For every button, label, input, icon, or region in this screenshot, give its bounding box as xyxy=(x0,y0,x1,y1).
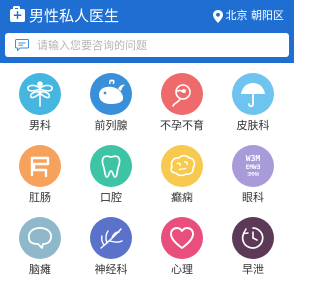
category-circle xyxy=(232,217,274,259)
category-infertility[interactable]: 不孕不育 xyxy=(147,63,217,135)
category-label: 心理 xyxy=(171,263,193,276)
category-label: 口腔 xyxy=(100,191,122,204)
category-neurology[interactable]: 神经科 xyxy=(76,207,146,279)
app-header: 男性私人医生 北京 朝阳区 xyxy=(0,0,294,63)
eye-chart-row: ƎMMW xyxy=(247,172,260,178)
brain-outline-icon xyxy=(27,227,53,249)
category-andrology[interactable]: 男科 xyxy=(5,63,75,135)
category-circle xyxy=(161,217,203,259)
eye-chart-row: W3M xyxy=(246,154,261,163)
medical-kit-icon xyxy=(10,6,25,22)
umbrella-icon xyxy=(241,83,265,108)
sperm-icon xyxy=(172,84,191,107)
category-circle xyxy=(90,217,132,259)
category-circle xyxy=(90,73,132,115)
category-grid: 男科 前列腺 不孕不育 皮肤科 肛肠 口腔 癫痫 W3M EMWƎ ƎMMW 眼… xyxy=(0,63,294,281)
category-dental[interactable]: 口腔 xyxy=(76,135,146,207)
chat-bubble-icon xyxy=(15,39,29,51)
app-title: 男性私人医生 xyxy=(29,7,120,25)
category-psychology[interactable]: 心理 xyxy=(147,207,217,279)
category-circle: W3M EMWƎ ƎMMW xyxy=(232,145,274,187)
tooth-icon xyxy=(101,155,121,178)
category-cerebral-palsy[interactable]: 脑瘫 xyxy=(5,207,75,279)
brain-icon xyxy=(170,154,196,177)
category-circle xyxy=(90,145,132,187)
category-label: 肛肠 xyxy=(29,191,51,204)
category-label: 神经科 xyxy=(94,263,128,276)
category-ophthalmology[interactable]: W3M EMWƎ ƎMMW 眼科 xyxy=(218,135,288,207)
category-epilepsy[interactable]: 癫痫 xyxy=(147,135,217,207)
category-anorectal[interactable]: 肛肠 xyxy=(5,135,75,207)
category-circle xyxy=(19,217,61,259)
category-label: 男科 xyxy=(29,119,51,132)
timer-icon xyxy=(241,227,264,249)
category-label: 皮肤科 xyxy=(236,119,270,132)
location-label: 北京 朝阳区 xyxy=(225,9,285,22)
category-circle xyxy=(232,73,274,115)
category-label: 前列腺 xyxy=(94,119,128,132)
location-selector[interactable]: 北京 朝阳区 xyxy=(212,9,285,23)
category-label: 早泄 xyxy=(242,263,264,276)
category-label: 癫痫 xyxy=(171,191,193,204)
category-circle xyxy=(161,145,203,187)
eye-chart-row: EMWƎ xyxy=(246,164,261,171)
category-prostate[interactable]: 前列腺 xyxy=(76,63,146,135)
intestine-icon xyxy=(30,156,50,178)
whale-icon xyxy=(99,79,125,104)
location-pin-icon xyxy=(212,9,223,23)
search-input[interactable] xyxy=(37,36,277,54)
dragonfly-icon xyxy=(27,81,53,107)
category-circle xyxy=(19,145,61,187)
category-label: 不孕不育 xyxy=(160,119,204,132)
heart-icon xyxy=(170,227,194,249)
category-label: 眼科 xyxy=(242,191,264,204)
nerve-icon xyxy=(100,228,123,249)
eye-chart-icon: W3M EMWƎ ƎMMW xyxy=(246,154,261,178)
category-premature-ejaculation[interactable]: 早泄 xyxy=(218,207,288,279)
category-circle xyxy=(19,73,61,115)
category-label: 脑瘫 xyxy=(29,263,51,276)
category-circle xyxy=(161,73,203,115)
title-bar: 男性私人医生 北京 朝阳区 xyxy=(0,0,294,33)
category-dermatology[interactable]: 皮肤科 xyxy=(218,63,288,135)
search-box[interactable] xyxy=(5,33,289,57)
